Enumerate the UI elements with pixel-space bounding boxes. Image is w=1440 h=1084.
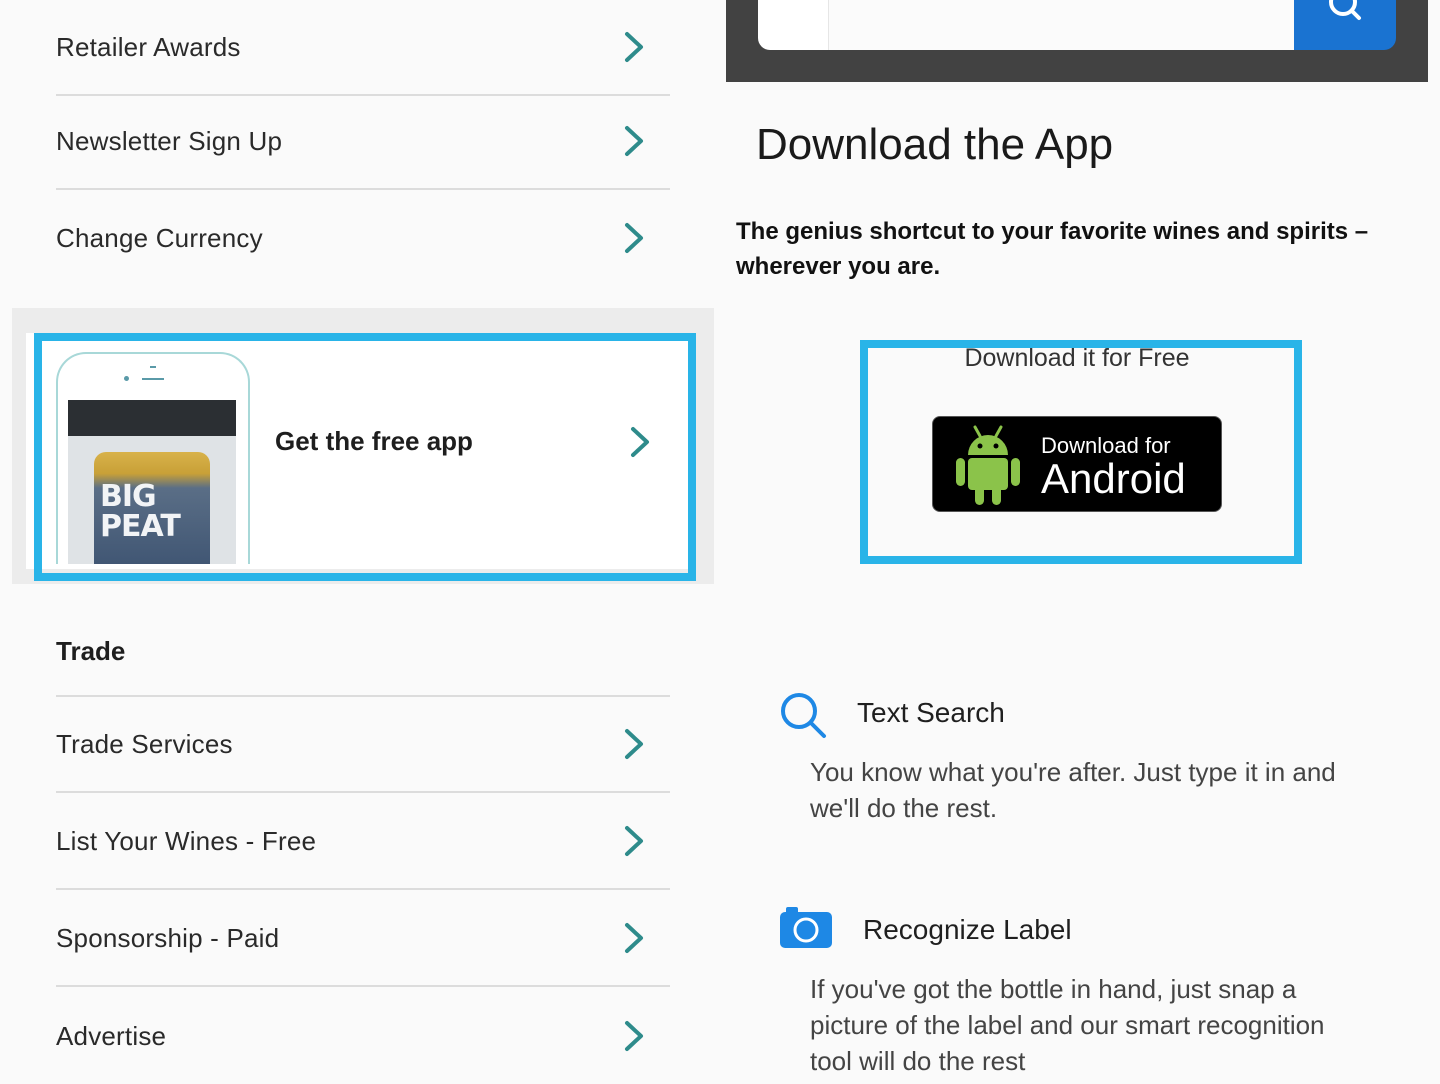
bottle-label-text: BIG PEAT bbox=[100, 479, 181, 544]
section-title-trade: Trade bbox=[56, 636, 126, 666]
get-free-app-label: Get the free app bbox=[275, 426, 473, 456]
menu-item-label: Newsletter Sign Up bbox=[56, 125, 283, 156]
chevron-right-icon bbox=[614, 218, 654, 258]
left-menu-panel: Retailer Awards Newsletter Sign Up Chang… bbox=[0, 0, 715, 1080]
feature-title-text-search: Text Search bbox=[857, 697, 1005, 728]
search-icon bbox=[781, 693, 826, 738]
menu-item-trade-services[interactable]: Trade Services bbox=[56, 697, 670, 793]
menu-item-label: Trade Services bbox=[56, 728, 233, 759]
menu-item-retailer-awards[interactable]: Retailer Awards bbox=[56, 0, 670, 96]
menu-item-change-currency[interactable]: Change Currency bbox=[56, 190, 670, 286]
search-input-field[interactable] bbox=[828, 0, 1295, 50]
download-app-panel: Download the App The genius shortcut to … bbox=[726, 0, 1440, 1080]
android-button-big-label: Android bbox=[1041, 455, 1186, 502]
chevron-right-icon bbox=[620, 422, 660, 462]
search-input[interactable] bbox=[758, 0, 1296, 50]
menu-item-list-your-wines[interactable]: List Your Wines - Free bbox=[56, 794, 670, 890]
phone-app-illustration: BIG PEAT bbox=[56, 352, 250, 564]
chevron-right-icon bbox=[614, 27, 654, 67]
download-free-label: Download it for Free bbox=[964, 344, 1190, 372]
chevron-right-icon bbox=[614, 121, 654, 161]
camera-icon bbox=[780, 907, 832, 948]
feature-title-recognize-label: Recognize Label bbox=[863, 914, 1072, 945]
android-icon bbox=[956, 425, 1020, 505]
search-icon bbox=[1329, 0, 1361, 20]
menu-item-label: Retailer Awards bbox=[56, 31, 241, 62]
menu-item-label: Sponsorship - Paid bbox=[56, 922, 280, 953]
menu-item-label: List Your Wines - Free bbox=[56, 825, 317, 856]
page-subtitle: The genius shortcut to your favorite win… bbox=[736, 218, 1369, 280]
download-android-button[interactable]: Download for Android bbox=[932, 416, 1222, 512]
feature-desc-text-search: You know what you're after. Just type it… bbox=[810, 757, 1336, 823]
header-bar bbox=[726, 0, 1428, 82]
chevron-right-icon bbox=[614, 1016, 654, 1056]
menu-item-label: Change Currency bbox=[56, 222, 263, 253]
search-button[interactable] bbox=[1294, 0, 1396, 50]
menu-item-sponsorship[interactable]: Sponsorship - Paid bbox=[56, 891, 670, 987]
chevron-right-icon bbox=[614, 918, 654, 958]
page-title: Download the App bbox=[756, 120, 1114, 169]
feature-desc-recognize-label: If you've got the bottle in hand, just s… bbox=[810, 974, 1325, 1076]
chevron-right-icon bbox=[614, 821, 654, 861]
menu-item-label: Advertise bbox=[56, 1020, 167, 1051]
chevron-right-icon bbox=[614, 724, 654, 764]
menu-item-advertise[interactable]: Advertise bbox=[56, 988, 670, 1084]
menu-item-newsletter-sign-up[interactable]: Newsletter Sign Up bbox=[56, 94, 670, 190]
